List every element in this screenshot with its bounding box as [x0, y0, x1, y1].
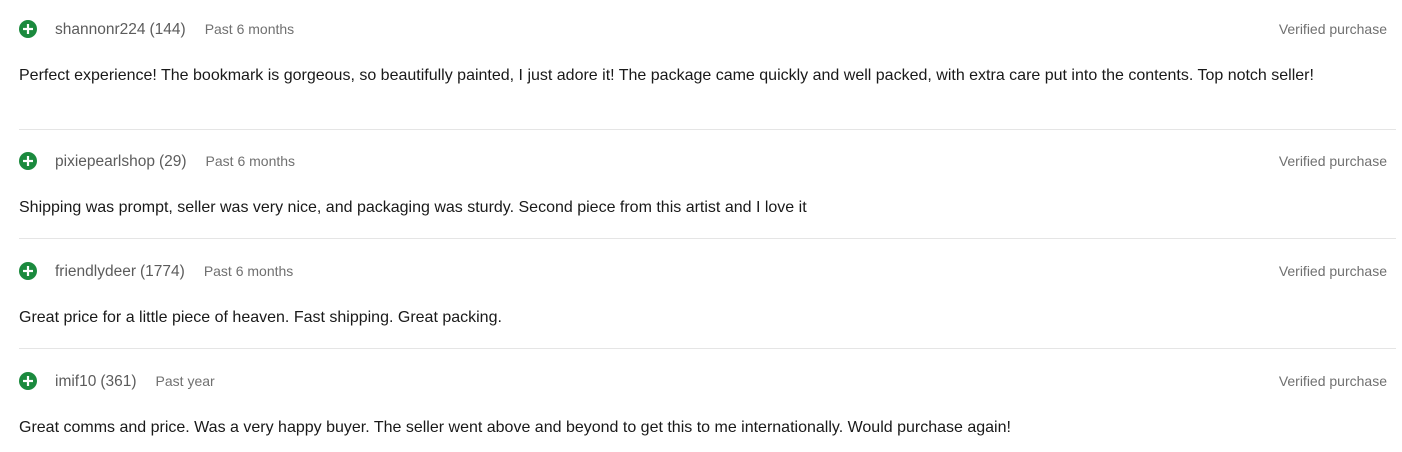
- review-timeframe: Past year: [155, 373, 215, 389]
- review-header: pixiepearlshop (29) Past 6 months Verified…: [19, 150, 1396, 174]
- review-header: shannonr224 (144) Past 6 months Verified p…: [19, 18, 1396, 42]
- reviewer-username[interactable]: friendlydeer: [55, 263, 136, 280]
- review-comment: Shipping was prompt, seller was very nic…: [19, 199, 807, 216]
- reviewer-feedback-score: (361): [100, 373, 137, 390]
- reviewer-info: shannonr224 (144) Past 6 months: [55, 18, 294, 41]
- reviewer-info: friendlydeer (1774) Past 6 months: [55, 260, 293, 283]
- plus-circle-icon: [19, 152, 37, 170]
- plus-circle-icon: [19, 20, 37, 38]
- review-comment: Perfect experience! The bookmark is gorg…: [19, 67, 1314, 84]
- review-header: imif10 (361) Past year Verified purchase: [19, 370, 1396, 394]
- reviewer-feedback-score: (1774): [140, 263, 185, 280]
- review-timeframe: Past 6 months: [203, 263, 294, 279]
- review-item: imif10 (361) Past year Verified purchase G…: [19, 370, 1396, 436]
- reviewer-username[interactable]: pixiepearlshop: [55, 153, 155, 170]
- reviewer-feedback-score: (144): [149, 21, 186, 38]
- divider: [19, 129, 1396, 130]
- review-comment: Great comms and price. Was a very happy …: [19, 419, 1011, 436]
- review-comment: Great price for a little piece of heaven…: [19, 309, 502, 326]
- reviewer-info: pixiepearlshop (29) Past 6 months: [55, 150, 295, 173]
- review-timeframe: Past 6 months: [205, 153, 296, 169]
- plus-circle-icon: [19, 262, 37, 280]
- review-item: pixiepearlshop (29) Past 6 months Verified…: [19, 150, 1396, 216]
- review-item: friendlydeer (1774) Past 6 months Verified…: [19, 260, 1396, 326]
- reviewer-feedback-score: (29): [158, 153, 187, 170]
- plus-circle-icon: [19, 372, 37, 390]
- verified-purchase-label: Verified purchase: [1278, 263, 1387, 279]
- review-item: shannonr224 (144) Past 6 months Verified p…: [19, 18, 1396, 84]
- verified-purchase-label: Verified purchase: [1278, 373, 1387, 389]
- review-header: friendlydeer (1774) Past 6 months Verified…: [19, 260, 1396, 284]
- review-timeframe: Past 6 months: [204, 21, 295, 37]
- divider: [19, 238, 1396, 239]
- reviewer-username[interactable]: shannonr224: [55, 21, 146, 38]
- verified-purchase-label: Verified purchase: [1278, 153, 1387, 169]
- verified-purchase-label: Verified purchase: [1278, 21, 1387, 37]
- divider: [19, 348, 1396, 349]
- feedback-list: shannonr224 (144) Past 6 months Verified p…: [0, 0, 1402, 452]
- reviewer-username[interactable]: imif10: [55, 373, 96, 390]
- reviewer-info: imif10 (361) Past year: [55, 370, 215, 393]
